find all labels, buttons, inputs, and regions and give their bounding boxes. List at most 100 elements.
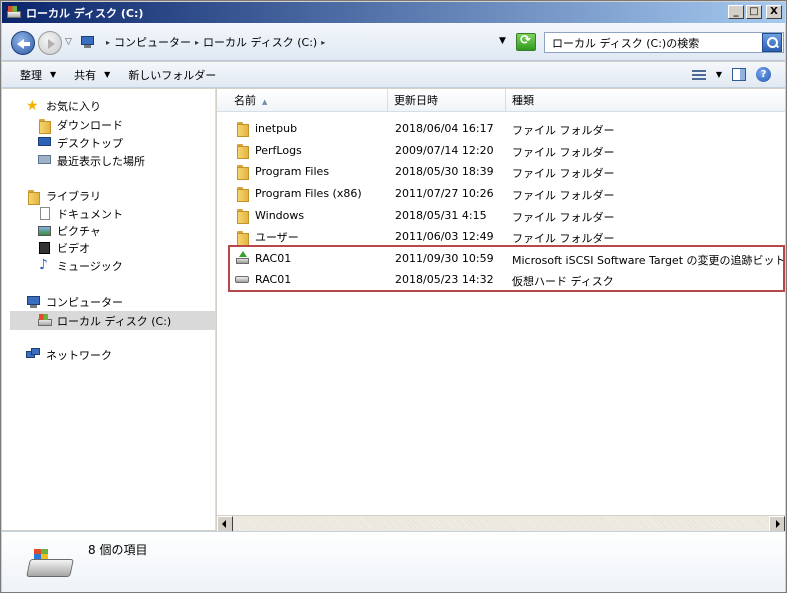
computer-icon [26,295,42,309]
back-button[interactable] [11,31,35,55]
file-date: 2011/07/27 10:26 [395,187,494,200]
nav-documents-label: ドキュメント [57,207,123,221]
close-button[interactable]: X [766,5,782,19]
computer-icon [80,35,96,49]
table-row[interactable]: ユーザー 2011/06/03 12:49 ファイル フォルダー [217,226,785,247]
chevron-down-icon[interactable]: ▽ [65,37,72,47]
file-type: ファイル フォルダー [512,146,615,159]
chevron-right-icon[interactable]: ▸ [321,38,325,47]
nav-favorites-label: お気に入り [46,99,101,113]
nav-computer[interactable]: コンピューター [26,293,123,310]
column-name-label: 名前 [234,94,256,107]
breadcrumb-computer[interactable]: コンピューター [114,34,191,50]
refresh-button[interactable] [516,33,536,51]
horizontal-scrollbar[interactable] [217,515,785,532]
folder-icon [235,186,249,202]
recent-places-icon [37,154,53,168]
navigation-pane: ★ お気に入り ダウンロード デスクトップ 最近表示した場所 ライブラリ ドキュ… [2,89,216,530]
table-row[interactable]: PerfLogs 2009/07/14 12:20 ファイル フォルダー [217,140,785,161]
view-list-icon[interactable] [691,69,706,81]
nav-downloads[interactable]: ダウンロード [37,116,123,134]
folder-icon [235,143,249,159]
nav-pictures-label: ピクチャ [57,224,101,238]
file-list: 名前 ▲ 更新日時 種類 inetpub 2018/06/04 16:17 ファイ… [217,89,785,530]
item-count: 8 個の項目 [88,543,148,557]
nav-pictures[interactable]: ピクチャ [37,222,101,239]
nav-music-label: ミュージック [57,259,123,273]
file-type: ファイル フォルダー [512,124,615,137]
file-name: Windows [255,208,305,222]
file-date: 2018/05/30 18:39 [395,165,494,178]
share-label: 共有 [74,68,97,82]
file-name: Program Files (x86) [255,186,362,200]
nav-libraries[interactable]: ライブラリ [26,187,101,205]
file-name: PerfLogs [255,143,302,157]
nav-recent[interactable]: 最近表示した場所 [37,152,145,169]
nav-local-disk-label: ローカル ディスク (C:) [57,314,172,328]
nav-videos[interactable]: ビデオ [37,239,90,256]
nav-computer-label: コンピューター [46,295,123,309]
sort-ascending-icon: ▲ [262,98,268,106]
details-pane: 8 個の項目 [2,531,785,592]
address-dropdown-icon[interactable]: ▼ [499,36,506,46]
new-folder-label: 新しいフォルダー [128,68,217,82]
breadcrumb[interactable]: ▸ コンピューター ▸ ローカル ディスク (C:) ▸ [76,31,494,53]
file-name: inetpub [255,121,298,135]
nav-network[interactable]: ネットワーク [26,346,112,363]
chevron-down-icon: ▼ [104,70,111,79]
downloads-folder-icon [37,118,53,134]
chevron-right-icon[interactable]: ▸ [106,38,110,47]
column-date[interactable]: 更新日時 [388,89,506,112]
library-icon [26,189,42,205]
drive-icon [37,313,53,328]
chevron-down-icon: ▼ [50,70,57,79]
search-icon[interactable] [762,33,782,52]
table-row[interactable]: inetpub 2018/06/04 16:17 ファイル フォルダー [217,118,785,139]
new-folder-button[interactable]: 新しいフォルダー [128,67,216,83]
preview-pane-icon[interactable] [732,68,746,81]
nav-desktop-label: デスクトップ [57,136,123,150]
file-date: 2009/07/14 12:20 [395,144,494,157]
file-type: ファイル フォルダー [512,232,615,245]
breadcrumb-local-disk[interactable]: ローカル ディスク (C:) [203,34,317,50]
chevron-right-icon[interactable]: ▸ [195,38,199,47]
folder-icon [235,230,249,246]
column-type-label: 種類 [512,94,534,107]
column-type[interactable]: 種類 [506,89,785,112]
minimize-button[interactable]: _ [728,5,744,19]
file-type: ファイル フォルダー [512,211,615,224]
nav-local-disk[interactable]: ローカル ディスク (C:) [37,312,171,329]
view-dropdown-icon[interactable]: ▼ [716,70,722,79]
nav-documents[interactable]: ドキュメント [37,205,123,222]
column-header: 名前 ▲ 更新日時 種類 [217,89,785,112]
scroll-left-button[interactable] [217,516,233,532]
file-name: ユーザー [255,231,299,244]
share-button[interactable]: 共有 ▼ [74,67,110,83]
scroll-track[interactable] [233,516,769,531]
nav-favorites[interactable]: ★ お気に入り [26,97,101,114]
nav-desktop[interactable]: デスクトップ [37,134,123,151]
highlight-box [228,245,785,292]
document-icon [37,206,53,221]
nav-recent-label: 最近表示した場所 [57,154,145,168]
title-bar[interactable]: ローカル ディスク (C:) _ □ X [2,2,785,23]
file-type: ファイル フォルダー [512,189,615,202]
column-name[interactable]: 名前 ▲ [228,89,388,112]
search-input[interactable]: ローカル ディスク (C:)の検索 [544,32,784,53]
drive-icon [6,5,22,20]
music-icon: ♪ [39,256,48,273]
table-row[interactable]: Program Files 2018/05/30 18:39 ファイル フォルダ… [217,161,785,182]
forward-button[interactable] [38,31,62,55]
help-icon[interactable]: ? [756,67,771,82]
nav-videos-label: ビデオ [57,241,90,255]
file-date: 2011/06/03 12:49 [395,230,494,243]
maximize-button[interactable]: □ [746,5,762,19]
video-icon [37,241,53,255]
nav-music[interactable]: ♪ ミュージック [37,257,123,274]
organize-button[interactable]: 整理 ▼ [20,67,56,83]
search-placeholder: ローカル ディスク (C:)の検索 [552,36,700,50]
scroll-right-button[interactable] [769,516,785,532]
table-row[interactable]: Program Files (x86) 2011/07/27 10:26 ファイ… [217,183,785,204]
table-row[interactable]: Windows 2018/05/31 4:15 ファイル フォルダー [217,205,785,226]
explorer-window: ローカル ディスク (C:) _ □ X ▽ ▸ コンピューター ▸ ローカル … [0,0,787,593]
